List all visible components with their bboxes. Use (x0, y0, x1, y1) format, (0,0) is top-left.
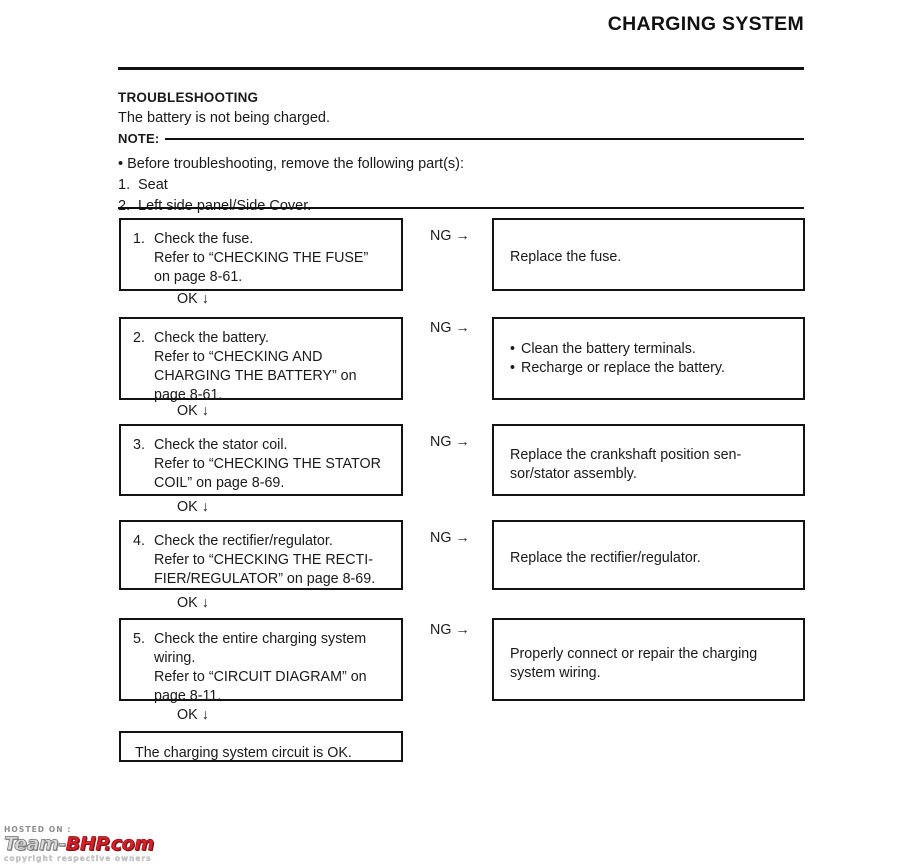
bullet-dot-icon: • (510, 341, 516, 357)
troubleshooting-heading: TROUBLESHOOTING (118, 90, 259, 105)
step-5-text-1: Check the entire charging system (154, 631, 367, 647)
ok-branch-label-3: OK ↓ (177, 499, 209, 515)
action-2-text-1: Clean the battery terminals. (521, 341, 696, 357)
action-box-4: Replace the rectifier/regulator. (492, 520, 805, 590)
step-1-text-3: on page 8-61. (154, 268, 243, 285)
step-5-line-4: page 8-11. (133, 687, 393, 706)
step-1-line-2: Refer to “CHECKING THE FUSE” (133, 249, 393, 268)
action-box-2: • Clean the battery terminals. • Recharg… (492, 317, 805, 400)
step-5-line-1: 5. Check the entire charging system (133, 630, 393, 649)
check-step-box-3: 3. Check the stator coil. Refer to “CHEC… (119, 424, 403, 496)
check-step-box-4: 4. Check the rectifier/regulator. Refer … (119, 520, 403, 590)
action-4-text-1: Replace the rectifier/regulator. (510, 550, 701, 566)
step-3-line-2: Refer to “CHECKING THE STATOR (133, 455, 393, 474)
step-1-number: 1. (133, 231, 145, 247)
note-item-1-text: Seat (138, 177, 168, 194)
action-3-text-2: sor/stator assembly. (510, 465, 637, 482)
step-3-text-1: Check the stator coil. (154, 437, 288, 453)
ng-branch-label-5: NG → (430, 622, 470, 638)
check-step-box-1: 1. Check the fuse. Refer to “CHECKING TH… (119, 218, 403, 291)
ok-branch-label-1: OK ↓ (177, 291, 209, 307)
step-2-line-2: Refer to “CHECKING AND (133, 348, 393, 367)
action-5-text-2: system wiring. (510, 664, 601, 681)
step-4-text-3: FIER/REGULATOR” on page 8-69. (154, 570, 376, 587)
step-5-line-3: Refer to “CIRCUIT DIAGRAM” on (133, 668, 393, 687)
step-2-line-4: page 8-61. (133, 386, 393, 405)
ng-branch-label-1: NG → (430, 228, 470, 244)
troubleshooting-subheading: The battery is not being charged. (118, 109, 330, 126)
ok-branch-label-2: OK ↓ (177, 403, 209, 419)
watermark-brand: Team-BHP.com (4, 832, 174, 855)
step-4-number: 4. (133, 533, 145, 549)
action-2-bullet-1: • Clean the battery terminals. (510, 340, 795, 359)
step-2-line-1: 2. Check the battery. (133, 329, 393, 348)
action-5-text-1: Properly connect or repair the charging (510, 646, 758, 662)
step-3-line-3: COIL” on page 8-69. (133, 474, 393, 493)
watermark-brand-team: Team- (4, 832, 67, 855)
step-3-text-2: Refer to “CHECKING THE STATOR (154, 455, 381, 472)
troubleshooting-intro: TROUBLESHOOTING The battery is not being… (118, 88, 808, 217)
step-2-text-1: Check the battery. (154, 330, 269, 346)
step-1-line-1: 1. Check the fuse. (133, 230, 393, 249)
step-4-text-2: Refer to “CHECKING THE RECTI- (154, 551, 373, 568)
page-title: CHARGING SYSTEM (607, 13, 804, 35)
note-item-1-number: 1. (118, 177, 131, 194)
action-box-5: Properly connect or repair the charging … (492, 618, 805, 701)
step-5-text-3: Refer to “CIRCUIT DIAGRAM” on (154, 668, 367, 685)
watermark-copyright: copyright respective owners (4, 854, 152, 864)
step-5-text-2: wiring. (154, 649, 196, 666)
step-4-text-1: Check the rectifier/regulator. (154, 533, 333, 549)
header-divider-rule (118, 67, 804, 70)
note-item-1: 1. Seat (118, 175, 808, 196)
step-4-line-1: 4. Check the rectifier/regulator. (133, 532, 393, 551)
intro-bottom-rule (118, 207, 804, 209)
ng-branch-label-3: NG → (430, 434, 470, 450)
step-2-number: 2. (133, 330, 145, 346)
bullet-dot-icon: • (510, 359, 516, 376)
action-box-3: Replace the crankshaft position sen- sor… (492, 424, 805, 496)
action-2-text-2: Recharge or replace the battery. (521, 359, 725, 376)
check-step-box-5: 5. Check the entire charging system wiri… (119, 618, 403, 704)
step-4-line-3: FIER/REGULATOR” on page 8-69. (133, 570, 393, 589)
site-watermark: HOSTED ON : Team-BHP.com copyright respe… (4, 826, 174, 866)
final-result-box: The charging system circuit is OK. (119, 731, 403, 762)
step-1-text-2: Refer to “CHECKING THE FUSE” (154, 249, 369, 266)
step-1-text-1: Check the fuse. (154, 231, 254, 247)
step-5-line-2: wiring. (133, 649, 393, 668)
ng-branch-label-4: NG → (430, 530, 470, 546)
step-2-text-3: CHARGING THE BATTERY” on (154, 367, 357, 384)
step-2-text-4: page 8-61. (154, 386, 223, 403)
note-underline-rule (165, 138, 804, 140)
action-1-text-1: Replace the fuse. (510, 249, 622, 265)
final-result-text: The charging system circuit is OK. (135, 745, 352, 761)
ok-branch-label-5: OK ↓ (177, 707, 209, 723)
step-5-text-4: page 8-11. (154, 687, 222, 704)
step-3-line-1: 3. Check the stator coil. (133, 436, 393, 455)
action-box-1: Replace the fuse. (492, 218, 805, 291)
watermark-brand-bhp: BHP.com (65, 832, 155, 855)
ok-branch-label-4: OK ↓ (177, 595, 209, 611)
ng-branch-label-2: NG → (430, 320, 470, 336)
step-4-line-2: Refer to “CHECKING THE RECTI- (133, 551, 393, 570)
page-header: CHARGING SYSTEM (118, 13, 804, 35)
check-step-box-2: 2. Check the battery. Refer to “CHECKING… (119, 317, 403, 403)
step-3-number: 3. (133, 437, 145, 453)
action-3-text-1: Replace the crankshaft position sen- (510, 447, 742, 463)
action-2-bullet-2: • Recharge or replace the battery. (510, 359, 795, 378)
step-2-line-3: CHARGING THE BATTERY” on (133, 367, 393, 386)
step-3-text-3: COIL” on page 8-69. (154, 474, 285, 491)
step-5-number: 5. (133, 631, 145, 647)
step-2-text-2: Refer to “CHECKING AND (154, 348, 323, 365)
note-bullet-line: • Before troubleshooting, remove the fol… (118, 156, 465, 173)
step-1-line-3: on page 8-61. (133, 268, 393, 287)
